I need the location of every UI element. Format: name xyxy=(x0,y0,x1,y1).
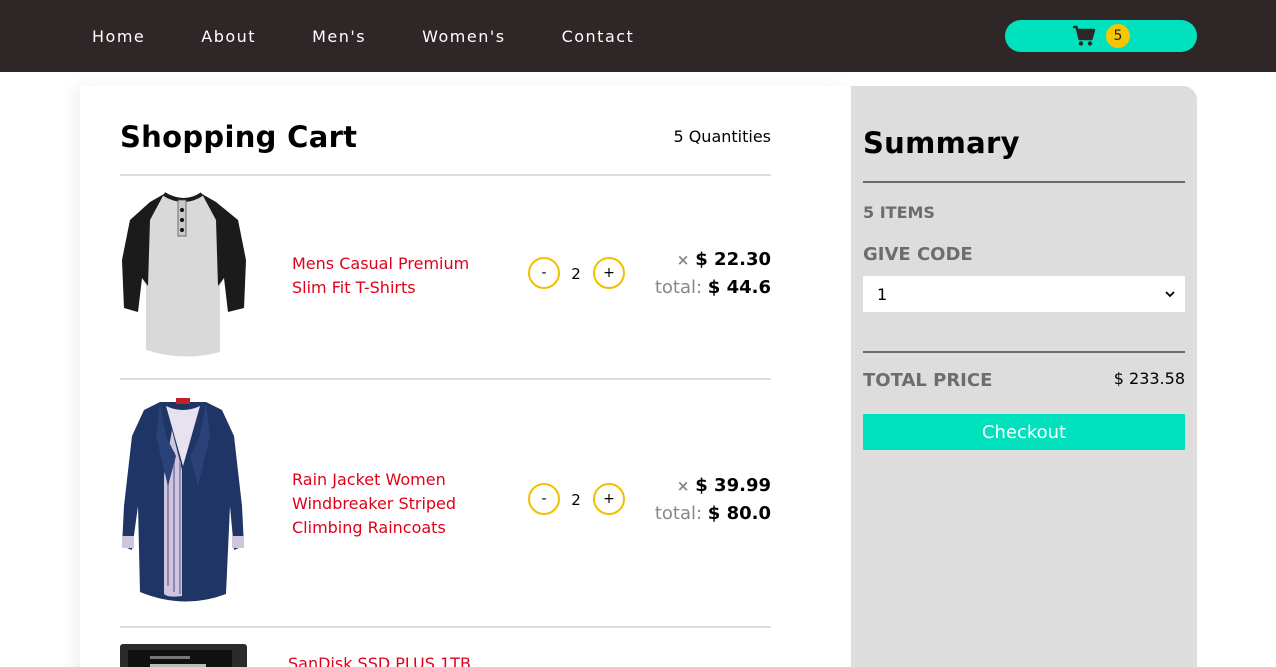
total-price-label: TOTAL PRICE xyxy=(863,370,993,391)
decrease-qty-button[interactable]: - xyxy=(528,483,560,515)
checkout-button[interactable]: Checkout xyxy=(863,414,1185,450)
shopping-cart-icon xyxy=(1073,25,1096,46)
product-image-tshirt xyxy=(122,192,246,357)
summary-divider xyxy=(863,351,1185,353)
product-name-link[interactable]: Mens Casual Premium Slim Fit T-Shirts xyxy=(292,252,472,300)
item-total-value: $ 44.6 xyxy=(707,277,771,298)
decrease-qty-button[interactable]: - xyxy=(528,257,560,289)
summary-divider xyxy=(863,181,1185,183)
increase-qty-button[interactable]: + xyxy=(593,483,625,515)
top-navbar: Home About Men's Women's Contact 5 xyxy=(0,0,1276,72)
times-sign: × xyxy=(676,477,690,495)
increase-qty-button[interactable]: + xyxy=(593,257,625,289)
give-code-label: GIVE CODE xyxy=(863,244,973,265)
cart-button[interactable]: 5 xyxy=(1005,20,1197,52)
nav-link-about[interactable]: About xyxy=(201,27,256,46)
item-quantity: 2 xyxy=(571,491,581,509)
nav-link-contact[interactable]: Contact xyxy=(562,27,635,46)
unit-price: × $ 22.30 xyxy=(677,249,771,270)
product-name-link[interactable]: SanDisk SSD PLUS 1TB xyxy=(288,652,488,667)
cart-count-badge: 5 xyxy=(1106,24,1130,48)
nav-links: Home About Men's Women's Contact xyxy=(92,0,690,72)
cart-item: Rain Jacket Women Windbreaker Striped Cl… xyxy=(120,380,771,626)
product-image-ssd xyxy=(120,644,247,667)
cart-quantities: 5 Quantities xyxy=(673,127,771,146)
unit-price-value: $ 39.99 xyxy=(695,475,771,496)
chevron-down-icon xyxy=(1165,291,1175,298)
item-total-value: $ 80.0 xyxy=(707,503,771,524)
cart-item: Mens Casual Premium Slim Fit T-Shirts - … xyxy=(120,176,771,376)
nav-link-home[interactable]: Home xyxy=(92,27,145,46)
total-price-value: $ 233.58 xyxy=(1113,369,1185,388)
item-total-label: total: xyxy=(654,277,703,298)
give-code-select[interactable]: 1 xyxy=(863,276,1185,312)
cart-title: Shopping Cart xyxy=(120,120,358,154)
product-image-jacket xyxy=(122,398,244,602)
item-total: total: $ 44.6 xyxy=(655,277,771,298)
product-name-link[interactable]: Rain Jacket Women Windbreaker Striped Cl… xyxy=(292,468,472,540)
item-quantity: 2 xyxy=(571,265,581,283)
unit-price: × $ 39.99 xyxy=(677,475,771,496)
summary-title: Summary xyxy=(863,126,1020,160)
cart-panel: Shopping Cart 5 Quantities Mens Casual P… xyxy=(80,86,851,667)
summary-panel: Summary 5 ITEMS GIVE CODE 1 TOTAL PRICE … xyxy=(851,86,1197,667)
item-total-label: total: xyxy=(654,503,703,524)
unit-price-value: $ 22.30 xyxy=(695,249,771,270)
summary-item-count: 5 ITEMS xyxy=(863,203,935,222)
nav-link-womens[interactable]: Women's xyxy=(422,27,505,46)
nav-link-mens[interactable]: Men's xyxy=(312,27,366,46)
item-total: total: $ 80.0 xyxy=(655,503,771,524)
give-code-value: 1 xyxy=(877,284,888,304)
times-sign: × xyxy=(676,251,690,269)
cart-item: SanDisk SSD PLUS 1TB xyxy=(120,628,771,667)
